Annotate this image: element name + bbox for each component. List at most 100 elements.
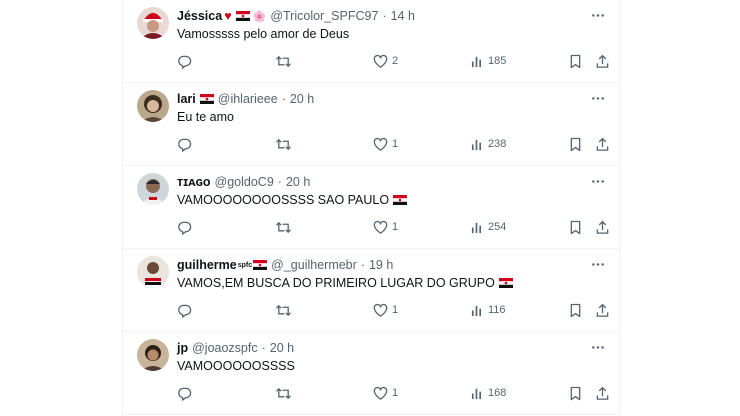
tweet-item[interactable]: Jéssica ♥ 🌸 @Tricolor_SPFC97 · 14 h Vamo…: [123, 0, 619, 83]
display-name-suffix: spfc: [237, 261, 253, 269]
views-icon: [471, 138, 484, 151]
views-count: 254: [488, 221, 507, 233]
bookmark-button[interactable]: [569, 52, 582, 70]
separator: ·: [277, 175, 282, 189]
bookmark-button[interactable]: [569, 135, 582, 153]
like-button[interactable]: 1: [373, 384, 398, 402]
views-button[interactable]: 116: [471, 301, 506, 319]
share-button[interactable]: [595, 52, 610, 70]
reply-button[interactable]: [177, 218, 196, 236]
like-count: 1: [392, 387, 399, 399]
action-bar: 1 168: [123, 384, 619, 402]
handle[interactable]: @joaozspfc: [192, 341, 258, 355]
share-button[interactable]: [595, 135, 610, 153]
retweet-icon: [275, 54, 292, 69]
display-name[interactable]: guilherme: [177, 258, 237, 272]
like-count: 1: [392, 221, 399, 233]
more-icon[interactable]: [589, 91, 607, 105]
retweet-button[interactable]: [275, 135, 296, 153]
retweet-icon: [275, 137, 292, 152]
more-icon[interactable]: [589, 340, 607, 354]
bookmark-button[interactable]: [569, 218, 582, 236]
reply-icon: [177, 220, 192, 235]
tweet-header: Jéssica ♥ 🌸 @Tricolor_SPFC97 · 14 h: [177, 8, 415, 24]
avatar[interactable]: [137, 7, 169, 39]
views-button[interactable]: 168: [471, 384, 506, 402]
handle[interactable]: @Tricolor_SPFC97: [270, 9, 378, 23]
reply-button[interactable]: [177, 135, 196, 153]
reply-icon: [177, 386, 192, 401]
views-button[interactable]: 238: [471, 135, 506, 153]
reply-button[interactable]: [177, 52, 196, 70]
tweet-item[interactable]: jp @joaozspfc · 20 h VAMOOOOOOSSSS 1 168: [123, 332, 619, 415]
share-button[interactable]: [595, 218, 610, 236]
bookmark-button[interactable]: [569, 384, 582, 402]
more-icon[interactable]: [589, 174, 607, 188]
spfc-flag-icon: [499, 278, 513, 288]
avatar[interactable]: [137, 173, 169, 205]
display-name[interactable]: jp: [177, 341, 188, 355]
timestamp[interactable]: 20 h: [290, 92, 314, 106]
more-icon[interactable]: [589, 257, 607, 271]
avatar[interactable]: [137, 90, 169, 122]
display-name[interactable]: Jéssica: [177, 9, 222, 23]
retweet-button[interactable]: [275, 384, 296, 402]
heart-icon: [373, 137, 388, 152]
handle[interactable]: @ihlarieee: [218, 92, 278, 106]
reply-button[interactable]: [177, 384, 196, 402]
like-count: 1: [392, 138, 399, 150]
separator: ·: [360, 258, 365, 272]
heart-icon: [373, 303, 388, 318]
tweet-item[interactable]: guilherme spfc @_guilhermebr · 19 h VAMO…: [123, 249, 619, 332]
avatar[interactable]: [137, 339, 169, 371]
timestamp[interactable]: 19 h: [369, 258, 393, 272]
spfc-flag-icon: [236, 11, 250, 21]
share-icon: [595, 54, 610, 69]
views-icon: [471, 221, 484, 234]
views-count: 238: [488, 138, 507, 150]
spfc-flag-icon: [253, 260, 267, 270]
like-button[interactable]: 1: [373, 218, 398, 236]
handle[interactable]: @_guilhermebr: [271, 258, 357, 272]
views-icon: [471, 304, 484, 317]
retweet-icon: [275, 386, 292, 401]
views-button[interactable]: 185: [471, 52, 506, 70]
share-button[interactable]: [595, 384, 610, 402]
tweet-text-row: VAMOS,EM BUSCA DO PRIMEIRO LUGAR DO GRUP…: [177, 276, 513, 290]
timestamp[interactable]: 20 h: [270, 341, 294, 355]
handle[interactable]: @goldoC9: [215, 175, 274, 189]
retweet-button[interactable]: [275, 218, 296, 236]
bookmark-button[interactable]: [569, 301, 582, 319]
separator: ·: [261, 341, 266, 355]
heart-icon: [373, 54, 388, 69]
reply-icon: [177, 303, 192, 318]
reply-button[interactable]: [177, 301, 196, 319]
display-name[interactable]: lari: [177, 92, 196, 106]
timestamp[interactable]: 20 h: [286, 175, 310, 189]
tweet-item[interactable]: ᴛɪᴀɢᴏ @goldoC9 · 20 h VAMOOOOOOOOSSSS SA…: [123, 166, 619, 249]
tweet-item[interactable]: lari @ihlarieee · 20 h Eu te amo 1 238: [123, 83, 619, 166]
bookmark-icon: [569, 386, 582, 401]
retweet-button[interactable]: [275, 52, 296, 70]
tweet-text: VAMOOOOOOSSSS: [177, 359, 295, 373]
reply-icon: [177, 137, 192, 152]
tweet-header: jp @joaozspfc · 20 h: [177, 340, 294, 356]
share-button[interactable]: [595, 301, 610, 319]
tweet-text: Vamosssss pelo amor de Deus: [177, 27, 350, 41]
like-count: 2: [392, 55, 399, 67]
heart-icon: [373, 220, 388, 235]
tweet-text-row: VAMOOOOOOOOSSSS SAO PAULO: [177, 193, 407, 207]
tweet-text: Eu te amo: [177, 110, 234, 124]
share-icon: [595, 386, 610, 401]
timestamp[interactable]: 14 h: [391, 9, 415, 23]
avatar[interactable]: [137, 256, 169, 288]
retweet-button[interactable]: [275, 301, 296, 319]
views-button[interactable]: 254: [471, 218, 506, 236]
like-button[interactable]: 1: [373, 135, 398, 153]
like-button[interactable]: 2: [373, 52, 398, 70]
like-button[interactable]: 1: [373, 301, 398, 319]
display-name[interactable]: ᴛɪᴀɢᴏ: [177, 175, 211, 189]
more-icon[interactable]: [589, 8, 607, 22]
views-icon: [471, 55, 484, 68]
retweet-icon: [275, 220, 292, 235]
